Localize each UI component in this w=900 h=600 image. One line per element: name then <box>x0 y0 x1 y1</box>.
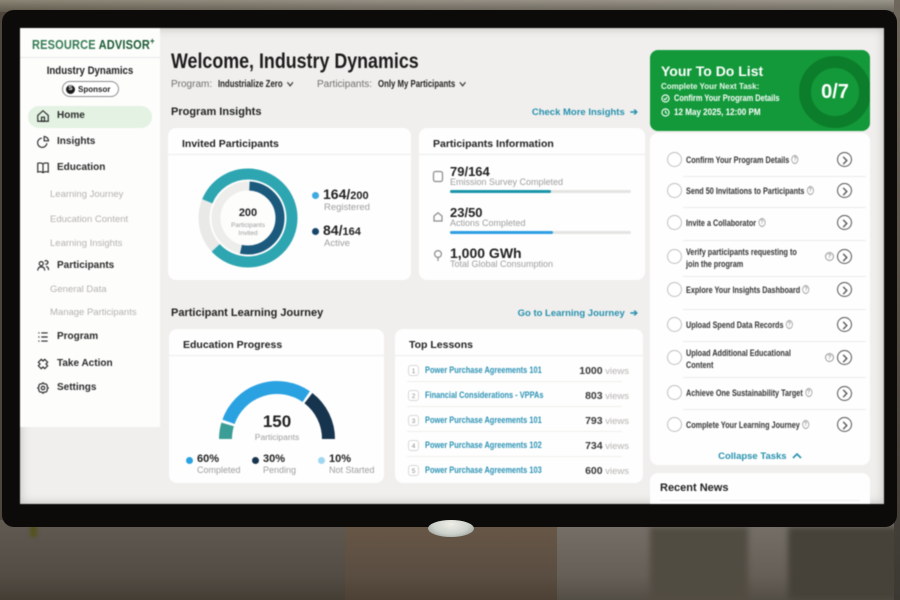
svg-text:Participants: Participants <box>231 222 266 229</box>
svg-text:150: 150 <box>263 412 291 431</box>
svg-text:Invited: Invited <box>238 230 258 237</box>
svg-text:200: 200 <box>239 207 257 219</box>
svg-text:Participants: Participants <box>255 432 299 442</box>
